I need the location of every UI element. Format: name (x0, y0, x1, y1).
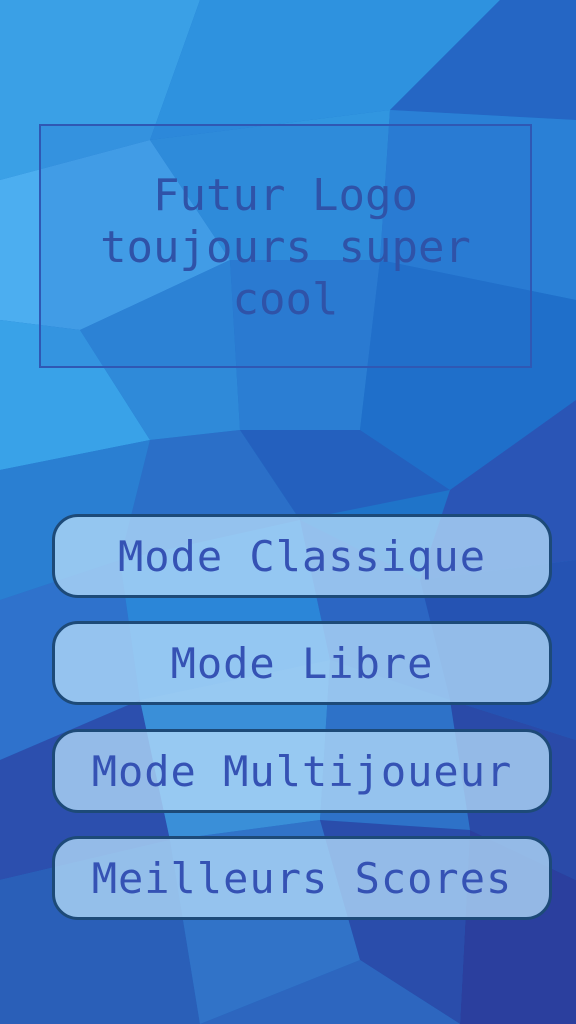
logo-text: Futur Logo toujours super cool (100, 170, 471, 325)
high-scores-button[interactable]: Meilleurs Scores (52, 836, 552, 920)
multiplayer-mode-label: Mode Multijoueur (91, 746, 513, 796)
free-mode-label: Mode Libre (170, 638, 434, 688)
classic-mode-label: Mode Classique (117, 531, 486, 581)
classic-mode-button[interactable]: Mode Classique (52, 514, 552, 598)
multiplayer-mode-button[interactable]: Mode Multijoueur (52, 729, 552, 813)
logo-placeholder: Futur Logo toujours super cool (39, 124, 532, 368)
high-scores-label: Meilleurs Scores (91, 853, 513, 903)
free-mode-button[interactable]: Mode Libre (52, 621, 552, 705)
